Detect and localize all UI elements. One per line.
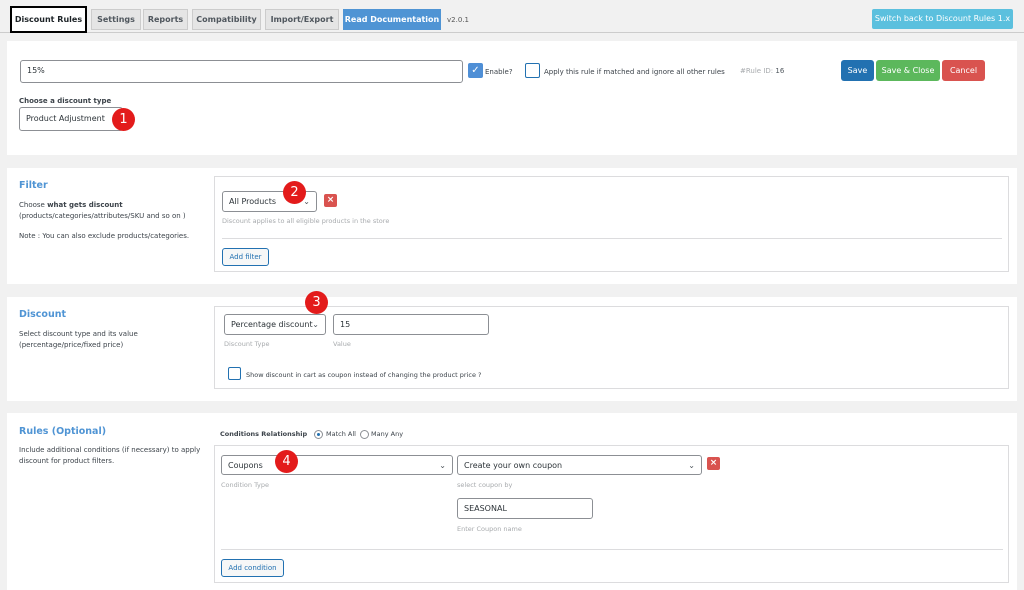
discount-type-caption: Discount Type [224,340,270,348]
discount-value-caption: Value [333,340,351,348]
filter-help-text: Discount applies to all eligible product… [222,217,390,225]
chevron-down-icon: ⌄ [439,461,446,470]
conditions-relationship-label: Conditions Relationship [220,430,308,438]
enable-checkbox[interactable]: ✓ [468,63,483,78]
divider [222,238,1002,239]
divider [221,549,1003,550]
rules-desc-line1: Include additional conditions (if necess… [19,446,201,454]
rules-panel: Rules (Optional) Include additional cond… [7,413,1017,590]
rule-header-panel: 15% ✓ Enable? Apply this rule if matched… [7,41,1017,155]
tab-bar: Discount Rules Settings Reports Compatib… [0,0,1024,33]
coupon-mode-caption: select coupon by [457,481,513,489]
discount-type-value: Percentage discount [231,320,313,329]
exclusive-rule-checkbox[interactable] [525,63,540,78]
rule-id-label: #Rule ID: 16 [740,67,784,75]
condition-type-caption: Condition Type [221,481,270,489]
tab-compatibility[interactable]: Compatibility [192,9,261,30]
coupon-mode-label: Show discount in cart as coupon instead … [246,371,482,379]
save-button[interactable]: Save [841,60,874,81]
coupon-mode-select[interactable]: Create your own coupon ⌄ [457,455,702,475]
discount-desc-line2: (percentage/price/fixed price) [19,341,124,349]
match-all-radio[interactable] [314,430,323,439]
remove-condition-icon[interactable]: × [707,457,720,470]
rules-desc-line2: discount for product filters. [19,457,115,465]
coupon-mode-checkbox[interactable] [228,367,241,380]
discount-type-select[interactable]: Percentage discount ⌄ [224,314,326,335]
filter-type-value: All Products [229,197,277,206]
discount-box: Percentage discount ⌄ Discount Type 15 V… [214,306,1009,389]
tab-settings[interactable]: Settings [91,9,141,30]
discount-description: Select discount type and its value (perc… [19,329,138,351]
many-any-label: Many Any [371,430,404,438]
coupon-name-input[interactable]: SEASONAL [457,498,593,519]
filter-desc-bold: what gets discount [47,201,123,209]
cancel-button[interactable]: Cancel [942,60,985,81]
exclusive-rule-label: Apply this rule if matched and ignore al… [544,68,725,76]
tab-discount-rules[interactable]: Discount Rules [10,6,87,33]
discount-type-label: Choose a discount type [19,97,112,105]
read-documentation-button[interactable]: Read Documentation [343,9,441,30]
filter-box: All Products ⌄ × Discount applies to all… [214,176,1009,272]
switch-version-button[interactable]: Switch back to Discount Rules 1.x [872,9,1013,29]
discount-panel: Discount Select discount type and its va… [7,291,1017,401]
step-badge-4: 4 [275,450,298,473]
rule-title-input[interactable]: 15% [20,60,463,83]
filter-desc-prefix: Choose [19,201,48,209]
remove-filter-icon[interactable]: × [324,194,337,207]
rules-description: Include additional conditions (if necess… [19,445,200,467]
discount-value-input[interactable]: 15 [333,314,489,335]
rules-title: Rules (Optional) [19,426,107,437]
filter-desc-line2: (products/categories/attributes/SKU and … [19,212,186,220]
chevron-down-icon: ⌄ [688,461,695,470]
add-condition-button[interactable]: Add condition [221,559,284,577]
filter-description: Choose what gets discount (products/cate… [19,200,186,222]
step-badge-1: 1 [112,108,135,131]
tab-import-export[interactable]: Import/Export [265,9,339,30]
filter-panel: Filter Choose what gets discount (produc… [7,168,1017,284]
filter-title: Filter [19,180,48,191]
discount-title: Discount [19,309,67,320]
discount-desc-line1: Select discount type and its value [19,330,138,338]
rule-id-value: 16 [775,67,785,75]
conditions-box: Coupons ⌄ Condition Type Create your own… [214,445,1009,583]
tab-reports[interactable]: Reports [143,9,188,30]
filter-note: Note : You can also exclude products/cat… [19,232,190,240]
rule-id-prefix: #Rule ID: [740,67,774,75]
chevron-down-icon: ⌄ [312,320,319,329]
save-close-button[interactable]: Save & Close [876,60,940,81]
coupon-mode-value: Create your own coupon [464,461,563,470]
coupon-name-caption: Enter Coupon name [457,525,522,533]
enable-label: Enable? [485,68,513,76]
discount-type-select[interactable]: Product Adjustment [19,107,123,131]
condition-type-select[interactable]: Coupons ⌄ [221,455,453,475]
step-badge-3: 3 [305,291,328,314]
version-label: v2.0.1 [447,16,469,24]
many-any-radio[interactable] [360,430,369,439]
step-badge-2: 2 [283,181,306,204]
condition-type-value: Coupons [228,461,263,470]
match-all-label: Match All [326,430,356,438]
add-filter-button[interactable]: Add filter [222,248,269,266]
